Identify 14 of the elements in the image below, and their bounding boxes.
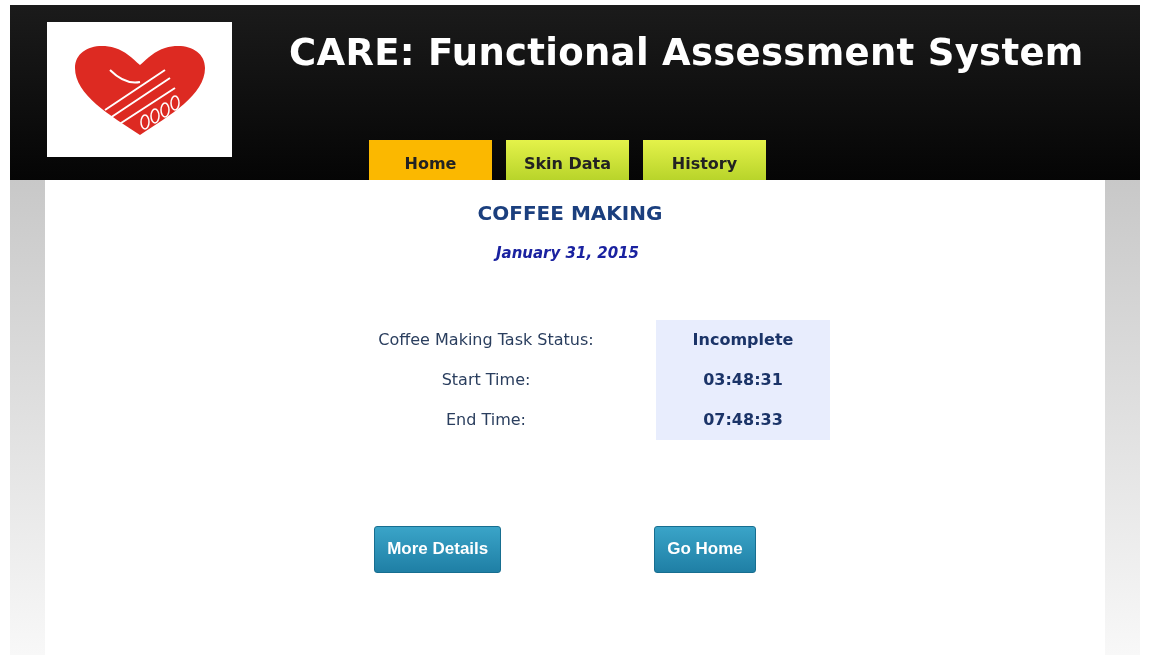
nav-tab[interactable]: History [643,140,766,180]
field-value: Incomplete [656,319,830,360]
field-value: 03:48:31 [656,359,830,400]
app-title: CARE: Functional Assessment System [289,30,1084,76]
field-label: Coffee Making Task Status: [377,328,595,351]
field-value: 07:48:33 [656,399,830,440]
field-label: Start Time: [440,368,532,391]
more-details-button[interactable]: More Details [374,525,502,573]
nav-tab[interactable]: Skin Data [506,140,629,180]
nav-tab[interactable]: Home [369,140,492,180]
task-title: COFFEE MAKING [477,200,663,227]
go-home-button[interactable]: Go Home [654,525,756,573]
field-label: End Time: [444,408,527,431]
task-date: January 31, 2015 [495,243,640,264]
